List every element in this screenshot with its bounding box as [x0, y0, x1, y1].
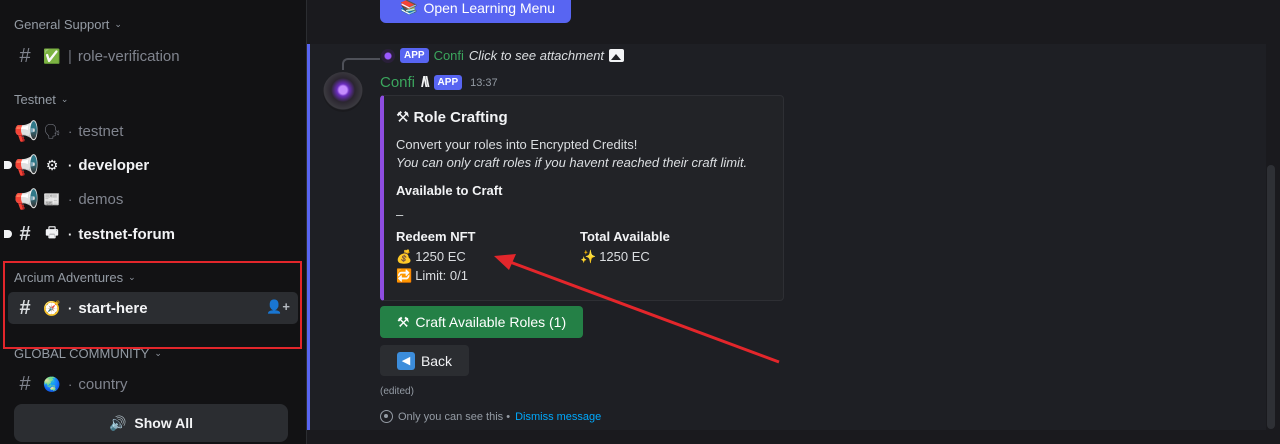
separator-dot: · — [68, 226, 73, 242]
reply-preview[interactable]: APP Confi Click to see attachment — [381, 48, 625, 63]
books-icon: 📚 — [400, 0, 418, 15]
dismiss-message-link[interactable]: Dismiss message — [515, 411, 601, 423]
reply-text: Click to see attachment — [468, 48, 605, 63]
check-emoji-icon: ✅ — [43, 47, 61, 64]
app-tag: APP — [433, 75, 463, 90]
author-name[interactable]: Confi — [380, 74, 415, 91]
reply-connector — [342, 58, 380, 70]
field-available-name: Available to Craft — [396, 183, 503, 198]
message-header: Confi /\\ APP 13:37 — [380, 74, 498, 91]
channel-sidebar: General Support ⌄ # ✅ | role-verificatio… — [0, 0, 306, 444]
speaker-icon: 🔊 — [108, 414, 127, 431]
money-bag-icon: 💰 — [396, 249, 413, 264]
repeat-icon: 🔁 — [396, 268, 413, 283]
timestamp: 13:37 — [470, 76, 498, 89]
newspaper-emoji-icon: 📰 — [43, 190, 61, 207]
field-total-value: ✨ 1250 EC — [580, 247, 650, 266]
reply-avatar — [381, 48, 395, 63]
ephemeral-text: Only you can see this • — [398, 410, 511, 423]
field-total-name: Total Available — [580, 229, 670, 244]
field-redeem-value: 💰 1250 EC 🔁 Limit: 0/1 — [396, 247, 468, 285]
redeem-amount: 1250 EC — [415, 249, 466, 264]
keyboard-emoji-icon: 🖶 — [45, 224, 59, 240]
embed-description: Convert your roles into Encrypted Credit… — [396, 136, 771, 172]
unread-indicator — [4, 161, 12, 169]
separator: | — [68, 47, 72, 65]
category-label: General Support — [14, 17, 110, 32]
back-button[interactable]: ◀ Back — [380, 345, 469, 376]
speaking-head-emoji-icon: 🗣 — [43, 122, 61, 139]
channel-label: testnet-forum — [78, 225, 176, 243]
hash-icon: # — [19, 372, 31, 395]
channel-developer[interactable]: 📢 ⚙ · developer — [4, 149, 298, 181]
reply-author: Confi — [433, 48, 464, 63]
separator-dot: · — [68, 376, 73, 392]
hash-icon: # — [19, 222, 31, 245]
show-all-label: Show All — [134, 415, 194, 431]
channel-label: country — [78, 375, 128, 393]
separator-dot: · — [68, 157, 73, 173]
open-learning-menu-button[interactable]: 📚 Open Learning Menu — [380, 0, 571, 23]
separator-dot: · — [68, 191, 73, 207]
channel-label: role-verification — [77, 47, 180, 65]
image-icon — [609, 49, 625, 62]
button-label: Back — [420, 352, 453, 369]
channel-role-verification[interactable]: # ✅ | role-verification — [8, 40, 298, 72]
app-tag: APP — [400, 48, 429, 63]
server-tag-icon: /\\ — [421, 74, 429, 91]
channel-country[interactable]: # 🌏 · country — [8, 368, 298, 400]
category-label: GLOBAL COMMUNITY — [14, 346, 150, 361]
announcement-icon: 📢 — [14, 120, 39, 143]
chevron-down-icon: ⌄ — [154, 348, 162, 358]
channel-label: developer — [78, 156, 150, 174]
annotation-highlight-box — [3, 261, 302, 349]
announcement-icon: 📢 — [14, 154, 39, 177]
channel-testnet-forum[interactable]: # 🖶 · testnet-forum — [4, 218, 298, 250]
redeem-limit: Limit: 0/1 — [415, 268, 468, 283]
avatar[interactable] — [323, 72, 363, 112]
field-available-value: – — [396, 207, 404, 222]
back-arrow-icon: ◀ — [396, 351, 415, 370]
hash-icon: # — [19, 44, 31, 67]
category-label: Testnet — [14, 92, 56, 107]
button-label: Craft Available Roles (1) — [415, 314, 567, 330]
channel-label: demos — [78, 190, 124, 208]
hammer-pick-icon: ⚒ — [396, 313, 410, 330]
chat-area: 📚 Open Learning Menu APP Confi Click to … — [306, 0, 1280, 444]
embed-title: ⚒ Role Crafting — [396, 108, 771, 127]
globe-emoji-icon: 🌏 — [43, 375, 61, 392]
chevron-down-icon: ⌄ — [114, 19, 122, 29]
unread-indicator — [4, 230, 12, 238]
message-highlight-bar — [307, 44, 310, 430]
channel-demos[interactable]: 📢 📰 · demos — [8, 183, 298, 215]
scrollbar-thumb[interactable] — [1267, 165, 1275, 429]
edited-marker: (edited) — [380, 386, 414, 397]
sparkles-icon: ✨ — [580, 249, 597, 264]
button-label: Open Learning Menu — [423, 0, 555, 16]
embed-card: ⚒ Role Crafting Convert your roles into … — [380, 95, 784, 301]
separator-dot: · — [68, 123, 73, 139]
category-general-support[interactable]: General Support ⌄ — [14, 17, 122, 32]
desc-line: Convert your roles into Encrypted Credit… — [396, 137, 638, 152]
gear-emoji-icon: ⚙ — [45, 156, 59, 173]
eye-icon — [380, 410, 393, 423]
chevron-down-icon: ⌄ — [60, 94, 69, 104]
craft-available-roles-button[interactable]: ⚒ Craft Available Roles (1) — [380, 306, 583, 338]
desc-line-italic: You can only craft roles if you havent r… — [396, 155, 748, 170]
ephemeral-notice: Only you can see this • Dismiss message — [380, 410, 601, 423]
hammer-pick-icon: ⚒ — [396, 109, 410, 126]
show-all-button[interactable]: 🔊 Show All — [14, 404, 288, 442]
total-amount: 1250 EC — [599, 249, 650, 264]
category-global-community[interactable]: GLOBAL COMMUNITY ⌄ — [14, 346, 162, 361]
embed-title-text: Role Crafting — [413, 108, 508, 126]
field-redeem-name: Redeem NFT — [396, 229, 476, 244]
channel-label: testnet — [78, 122, 124, 140]
category-testnet[interactable]: Testnet ⌄ — [14, 92, 68, 107]
channel-testnet[interactable]: 📢 🗣 · testnet — [8, 115, 298, 147]
announcement-icon: 📢 — [14, 188, 39, 211]
